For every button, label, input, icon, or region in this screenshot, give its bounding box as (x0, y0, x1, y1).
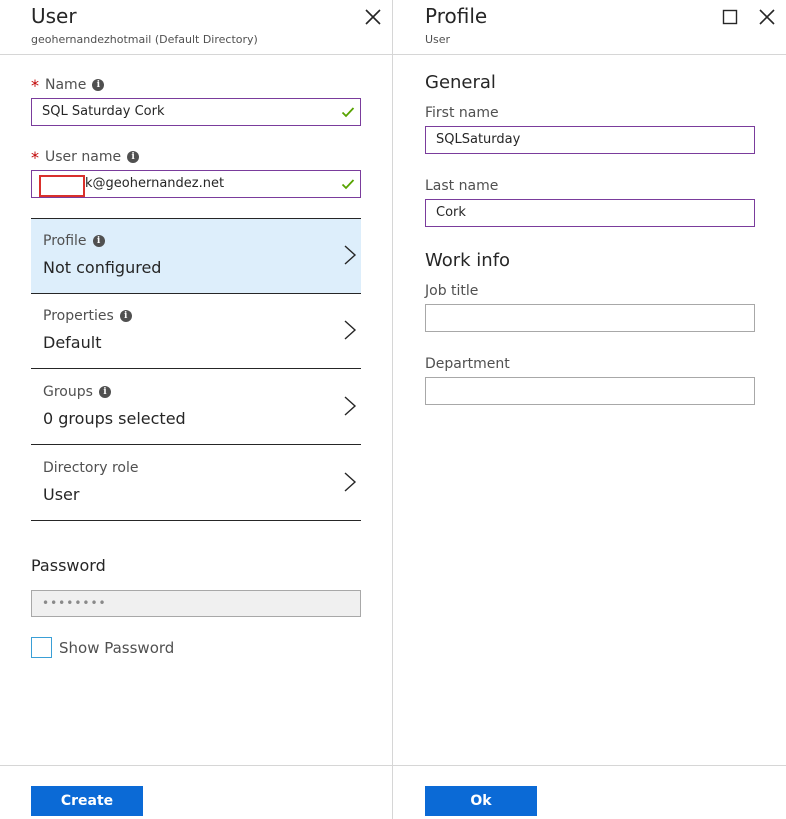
nav-item-properties[interactable]: Properties i Default (31, 294, 361, 369)
chevron-right-icon (343, 395, 357, 417)
profile-blade-title: Profile (425, 4, 488, 28)
chevron-right-icon (343, 319, 357, 341)
user-blade-title: User (31, 4, 77, 28)
user-blade: User geohernandezhotmail (Default Direct… (0, 0, 392, 819)
chevron-right-icon (343, 471, 357, 493)
job-title-label: Job title (425, 283, 479, 299)
nav-item-label-text: Profile (43, 233, 87, 249)
nav-item-label: Profile i (43, 233, 105, 249)
department-input[interactable] (425, 377, 755, 405)
job-title-input[interactable] (425, 304, 755, 332)
password-heading: Password (31, 556, 106, 575)
header-divider (0, 54, 392, 55)
username-label: User name i (45, 149, 140, 165)
show-password-checkbox[interactable] (31, 637, 52, 658)
nav-item-value: User (43, 485, 80, 504)
nav-item-label-text: Groups (43, 384, 93, 400)
show-password-label: Show Password (59, 639, 175, 657)
nav-item-directory-role[interactable]: Directory role User (31, 446, 361, 521)
info-icon[interactable]: i (92, 79, 105, 91)
nav-item-value: 0 groups selected (43, 409, 186, 428)
nav-item-value: Default (43, 333, 102, 352)
name-label-text: Name (45, 77, 87, 93)
info-icon[interactable]: i (127, 151, 140, 163)
required-marker: * (31, 76, 39, 95)
password-field: •••••••• (31, 590, 361, 617)
profile-blade-subtitle: User (425, 33, 451, 46)
footer-divider (393, 765, 786, 766)
profile-blade: Profile User General First name SQLSatur… (393, 0, 786, 819)
nav-item-label: Directory role (43, 460, 139, 476)
username-label-text: User name (45, 149, 122, 165)
last-name-input[interactable]: Cork (425, 199, 755, 227)
info-icon[interactable]: i (119, 310, 132, 322)
first-name-label: First name (425, 105, 499, 121)
info-icon[interactable]: i (92, 235, 105, 247)
nav-item-label-text: Directory role (43, 460, 139, 476)
username-input[interactable]: k@geohernandez.net (31, 170, 361, 198)
header-divider (393, 54, 786, 55)
create-button[interactable]: Create (31, 786, 143, 816)
close-icon[interactable] (363, 7, 383, 27)
check-icon (341, 105, 355, 119)
last-name-label: Last name (425, 178, 499, 194)
footer-divider (0, 765, 392, 766)
ok-button[interactable]: Ok (425, 786, 537, 816)
check-icon (341, 177, 355, 191)
nav-item-value: Not configured (43, 258, 162, 277)
nav-item-label: Groups i (43, 384, 111, 400)
nav-item-label-text: Properties (43, 308, 114, 324)
nav-item-profile[interactable]: Profile i Not configured (31, 219, 361, 294)
work-info-heading: Work info (425, 250, 511, 271)
first-name-input[interactable]: SQLSaturday (425, 126, 755, 154)
nav-item-label: Properties i (43, 308, 132, 324)
general-heading: General (425, 72, 496, 93)
username-input-value: k@geohernandez.net (85, 176, 225, 191)
redaction-box (39, 175, 85, 197)
required-marker: * (31, 148, 39, 167)
user-blade-subtitle: geohernandezhotmail (Default Directory) (31, 33, 258, 46)
close-icon[interactable] (757, 7, 777, 27)
first-name-input-value: SQLSaturday (436, 132, 521, 147)
maximize-icon[interactable] (720, 7, 740, 27)
name-input-value: SQL Saturday Cork (42, 104, 165, 119)
nav-item-groups[interactable]: Groups i 0 groups selected (31, 370, 361, 445)
name-input[interactable]: SQL Saturday Cork (31, 98, 361, 126)
name-label: Name i (45, 77, 105, 93)
chevron-right-icon (343, 244, 357, 266)
department-label: Department (425, 356, 510, 372)
last-name-input-value: Cork (436, 205, 466, 220)
info-icon[interactable]: i (98, 386, 111, 398)
